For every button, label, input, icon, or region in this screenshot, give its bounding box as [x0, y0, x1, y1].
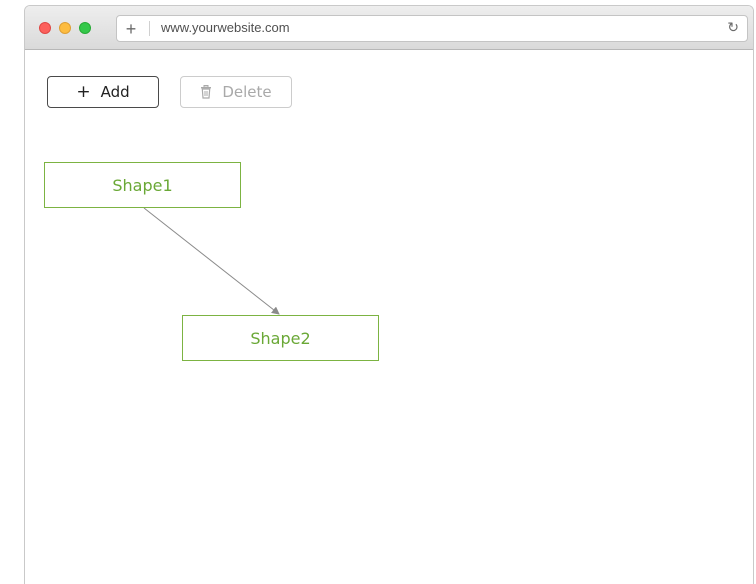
maximize-window-button[interactable] [79, 22, 91, 34]
new-tab-icon[interactable]: + [117, 16, 145, 41]
page-content: + Add Delete Shape1 Shape2 [25, 50, 753, 584]
browser-titlebar: + www.yourwebsite.com ↻ [25, 6, 753, 50]
close-window-button[interactable] [39, 22, 51, 34]
browser-window: + www.yourwebsite.com ↻ + Add Delete Sha… [24, 5, 754, 584]
connector-line[interactable] [143, 207, 280, 315]
diagram-shape-2[interactable]: Shape2 [182, 315, 379, 361]
shape-label: Shape2 [250, 328, 311, 348]
address-bar-divider [149, 21, 150, 36]
reload-icon[interactable]: ↻ [727, 19, 739, 36]
url-text[interactable]: www.yourwebsite.com [161, 20, 290, 35]
minimize-window-button[interactable] [59, 22, 71, 34]
address-bar[interactable]: + www.yourwebsite.com ↻ [116, 15, 748, 42]
diagram-connector [143, 207, 280, 315]
shape-label: Shape1 [112, 175, 173, 195]
diagram-shape-1[interactable]: Shape1 [44, 162, 241, 208]
